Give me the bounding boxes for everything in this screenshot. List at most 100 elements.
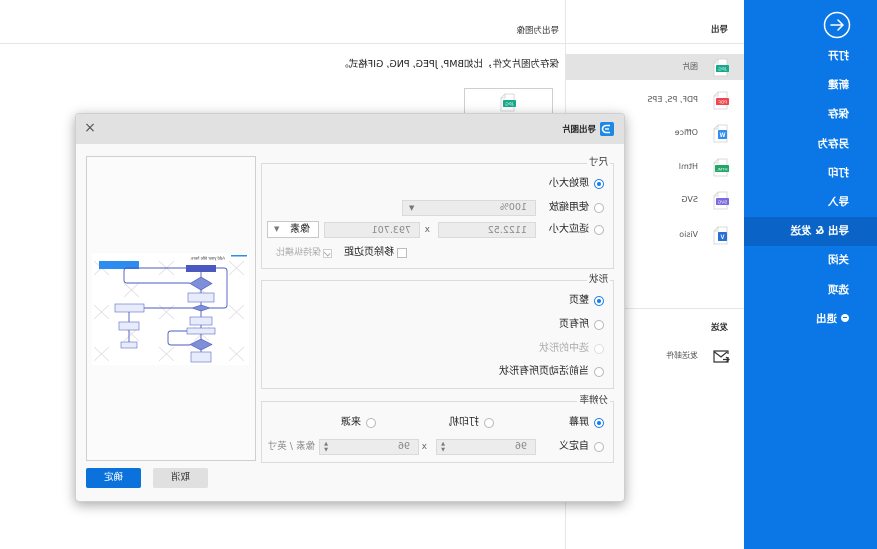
flowchart-process xyxy=(189,316,213,326)
dialog-header[interactable]: 导出图片 × xyxy=(76,114,624,144)
original-size-label: 原始大小 xyxy=(549,178,589,189)
times-sign: x xyxy=(424,225,430,235)
flowchart-document xyxy=(118,321,140,331)
screen-label: 屏幕 xyxy=(569,417,589,428)
remove-margin-label: 移除页边距 xyxy=(344,247,394,258)
export-item-pdf[interactable]: PDF PDF, PS, EPS xyxy=(566,87,744,113)
thumbnail-title-bar xyxy=(231,255,247,257)
export-item-label: Html xyxy=(678,162,698,171)
sidebar-item-label: 导入 xyxy=(828,195,849,208)
export-item-image[interactable]: JPG 图片 xyxy=(566,54,744,80)
active-page-shapes-radio[interactable] xyxy=(594,367,604,377)
sidebar-item-save-as[interactable]: 另存为 xyxy=(744,130,877,159)
all-pages-label: 所有页 xyxy=(559,319,589,330)
sidebar-item-label: 关闭 xyxy=(828,254,849,267)
file-badge-text: JPG xyxy=(505,101,514,106)
fit-size-label: 适应大小 xyxy=(549,224,589,235)
dpi-x-value: 96 xyxy=(514,441,527,452)
use-scale-label: 使用缩放 xyxy=(549,202,589,213)
thumbnail-title: Add your title here. xyxy=(190,256,225,261)
dpi-unit-label: 像素 / 英寸 xyxy=(267,441,315,452)
shape-group: 形状 整页 所有页 选中的形状 当前活动页所有形状 xyxy=(261,274,614,389)
ok-button[interactable]: 确定 xyxy=(86,468,141,488)
sidebar: 打开 新建 保存 另存为 打印 导入 导出 & 发送 关闭 选项 退出 xyxy=(744,0,877,549)
file-badge-text: W xyxy=(719,133,725,139)
arrow-left-circle-icon xyxy=(823,11,851,39)
scale-dropdown[interactable]: 100% ▼ xyxy=(402,200,536,216)
spin-arrows-icon[interactable]: ▲ ▼ xyxy=(323,441,329,453)
preview-thumbnail: Add your title here. xyxy=(92,253,249,365)
times-sign: x xyxy=(421,442,427,452)
dpi-x-spinbox[interactable]: 96 ▲ ▼ xyxy=(436,439,536,455)
file-badge-text: V xyxy=(720,235,724,241)
dpi-y-spinbox[interactable]: 96 ▲ ▼ xyxy=(319,439,419,455)
source-radio[interactable] xyxy=(366,418,376,428)
fit-size-radio[interactable] xyxy=(594,225,604,235)
export-item-label: Visio xyxy=(679,230,698,239)
sidebar-item-label: 选项 xyxy=(828,283,849,296)
use-scale-radio[interactable] xyxy=(594,203,604,213)
unit-dropdown[interactable]: 像素 ▼ xyxy=(267,221,319,238)
sidebar-item-export-send[interactable]: 导出 & 发送 xyxy=(744,217,877,247)
all-pages-radio[interactable] xyxy=(594,320,604,330)
selected-shapes-radio[interactable] xyxy=(594,344,604,354)
printer-label: 打印机 xyxy=(449,417,479,428)
jpg-file-icon: JPG xyxy=(500,93,516,112)
file-badge-text: PDF xyxy=(718,99,727,104)
sidebar-item-print[interactable]: 打印 xyxy=(744,159,877,188)
screen-radio[interactable] xyxy=(594,418,604,428)
resolution-group: 分辨率 屏幕 打印机 来源 自定义 96 ▲ ▼ x 96 ▲ ▼ 像素 / 英寸 xyxy=(261,395,614,463)
custom-label: 自定义 xyxy=(559,441,589,452)
whole-page-radio[interactable] xyxy=(594,296,604,306)
export-item-label: SVG xyxy=(681,195,698,204)
width-input[interactable] xyxy=(438,222,536,238)
sidebar-item-options[interactable]: 选项 xyxy=(744,276,877,305)
main-title: 导出为图像 xyxy=(516,26,559,36)
dpi-y-value: 96 xyxy=(397,441,410,452)
file-badge-text: JPG xyxy=(718,66,727,71)
dialog-title: 导出图片 xyxy=(561,125,596,135)
export-item-label: PDF, PS, EPS xyxy=(647,95,698,104)
send-item-label: 发送邮件 xyxy=(666,351,698,360)
flowchart-process xyxy=(114,303,145,313)
resolution-legend: 分辨率 xyxy=(577,395,610,407)
close-icon[interactable]: × xyxy=(82,120,98,136)
sidebar-item-new[interactable]: 新建 xyxy=(744,71,877,100)
original-size-radio[interactable] xyxy=(594,179,604,189)
shape-legend: 形状 xyxy=(586,274,610,286)
sidebar-item-import[interactable]: 导入 xyxy=(744,188,877,217)
file-badge-text: SVG xyxy=(717,199,727,204)
back-button[interactable] xyxy=(823,11,851,39)
svg-file-icon: SVG xyxy=(713,191,729,210)
custom-radio[interactable] xyxy=(594,442,604,452)
flowchart-process xyxy=(186,327,216,335)
export-panel-title: 导出 xyxy=(710,25,728,35)
minus-circle-icon xyxy=(841,313,849,322)
cancel-button[interactable]: 取消 xyxy=(153,468,208,488)
whole-page-label: 整页 xyxy=(569,295,589,306)
scale-value: 100% xyxy=(499,202,527,213)
sidebar-item-save[interactable]: 保存 xyxy=(744,100,877,129)
source-label: 来源 xyxy=(341,417,361,428)
sidebar-item-close[interactable]: 关闭 xyxy=(744,246,877,275)
sidebar-item-open[interactable]: 打开 xyxy=(744,42,877,71)
spin-arrows-icon[interactable]: ▲ ▼ xyxy=(440,441,446,453)
sidebar-item-label: 退出 xyxy=(816,312,837,325)
chevron-down-icon: ▼ xyxy=(409,204,415,212)
preview-pane: Add your title here. xyxy=(86,156,256,461)
sidebar-item-label: 导出 & 发送 xyxy=(790,225,849,238)
remove-margin-checkbox[interactable] xyxy=(397,248,407,258)
active-page-shapes-label: 当前活动页所有形状 xyxy=(499,366,589,377)
file-badge-text: HTML xyxy=(716,166,728,171)
flowchart-start xyxy=(186,265,216,272)
unit-value: 像素 xyxy=(290,224,310,235)
printer-radio[interactable] xyxy=(484,418,494,428)
sidebar-item-label: 打印 xyxy=(828,166,849,179)
sidebar-item-exit[interactable]: 退出 xyxy=(744,305,877,334)
export-image-dialog: 导出图片 × Add your title here. 尺寸 原始大小 使用缩放… xyxy=(75,113,625,502)
chevron-down-icon: ▼ xyxy=(274,225,280,233)
keep-ratio-checkbox[interactable] xyxy=(323,249,332,258)
flowchart-process xyxy=(190,351,212,363)
height-input[interactable] xyxy=(324,222,420,238)
word-file-icon: W xyxy=(713,124,728,143)
